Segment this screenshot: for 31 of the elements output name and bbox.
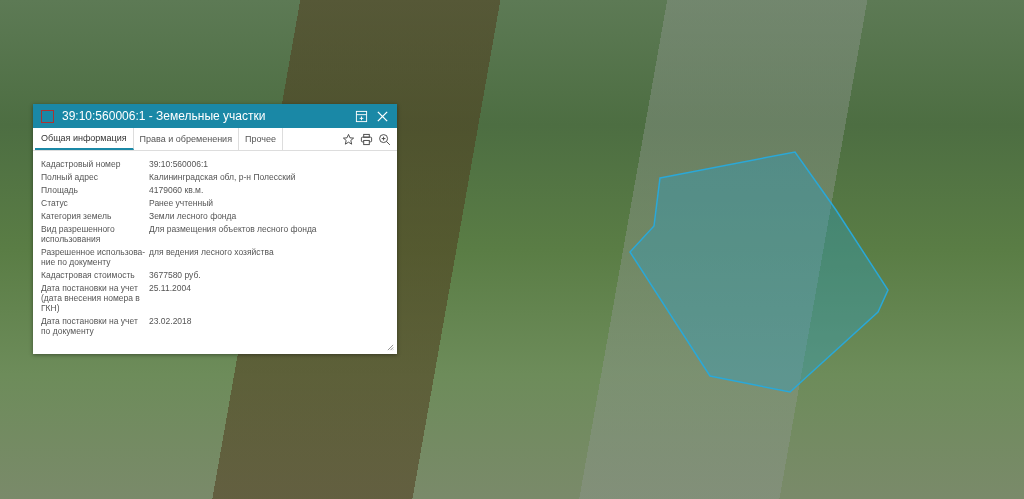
field-value: Для размещения объектов лесного фонда	[149, 224, 318, 236]
field-value: Земли лесного фонда	[149, 211, 238, 221]
print-icon[interactable]	[360, 132, 373, 146]
field-label: Дата постановки на учет (дата внесения номера в ГКН)	[41, 283, 141, 313]
field-label: Статус	[41, 198, 69, 208]
field-value: для ведения лесного хозяйства	[149, 247, 275, 259]
field-label: Дата постановки на учет по документу	[41, 316, 139, 336]
popup-title: 39:10:560006:1 - Земельные участки	[62, 109, 267, 123]
field-value: 23.02.2018	[149, 316, 193, 328]
square-icon	[41, 109, 54, 123]
field-value: 39:10:560006:1	[149, 159, 210, 169]
field-value: 25.11.2004	[149, 283, 192, 295]
field-label: Площадь	[41, 185, 79, 195]
field-value: 4179060 кв.м.	[149, 185, 205, 195]
dock-icon[interactable]	[355, 109, 368, 123]
field-label: Категория земель	[41, 211, 113, 221]
field-label: Полный адрес	[41, 172, 99, 182]
tab[interactable]: Общая информация	[35, 128, 134, 150]
field-label: Кадастровый номер	[41, 159, 122, 169]
field-value: Калининградская обл, р-н Полесский	[149, 172, 297, 182]
zoom-in-icon[interactable]	[378, 132, 391, 146]
field-value: Ранее учтенный	[149, 198, 215, 208]
star-icon[interactable]	[342, 132, 355, 146]
field-label: Разрешенное использова-ние по документу	[41, 247, 147, 267]
tab[interactable]: Права и обременения	[133, 128, 239, 150]
close-icon[interactable]	[376, 109, 389, 123]
field-label: Вид разрешенного использования	[41, 224, 116, 244]
field-label: Кадастровая стоимость	[41, 270, 136, 280]
tab[interactable]: Прочее	[239, 128, 283, 150]
resize-grip-icon[interactable]	[387, 344, 394, 351]
field-value: 3677580 руб.	[149, 270, 202, 280]
